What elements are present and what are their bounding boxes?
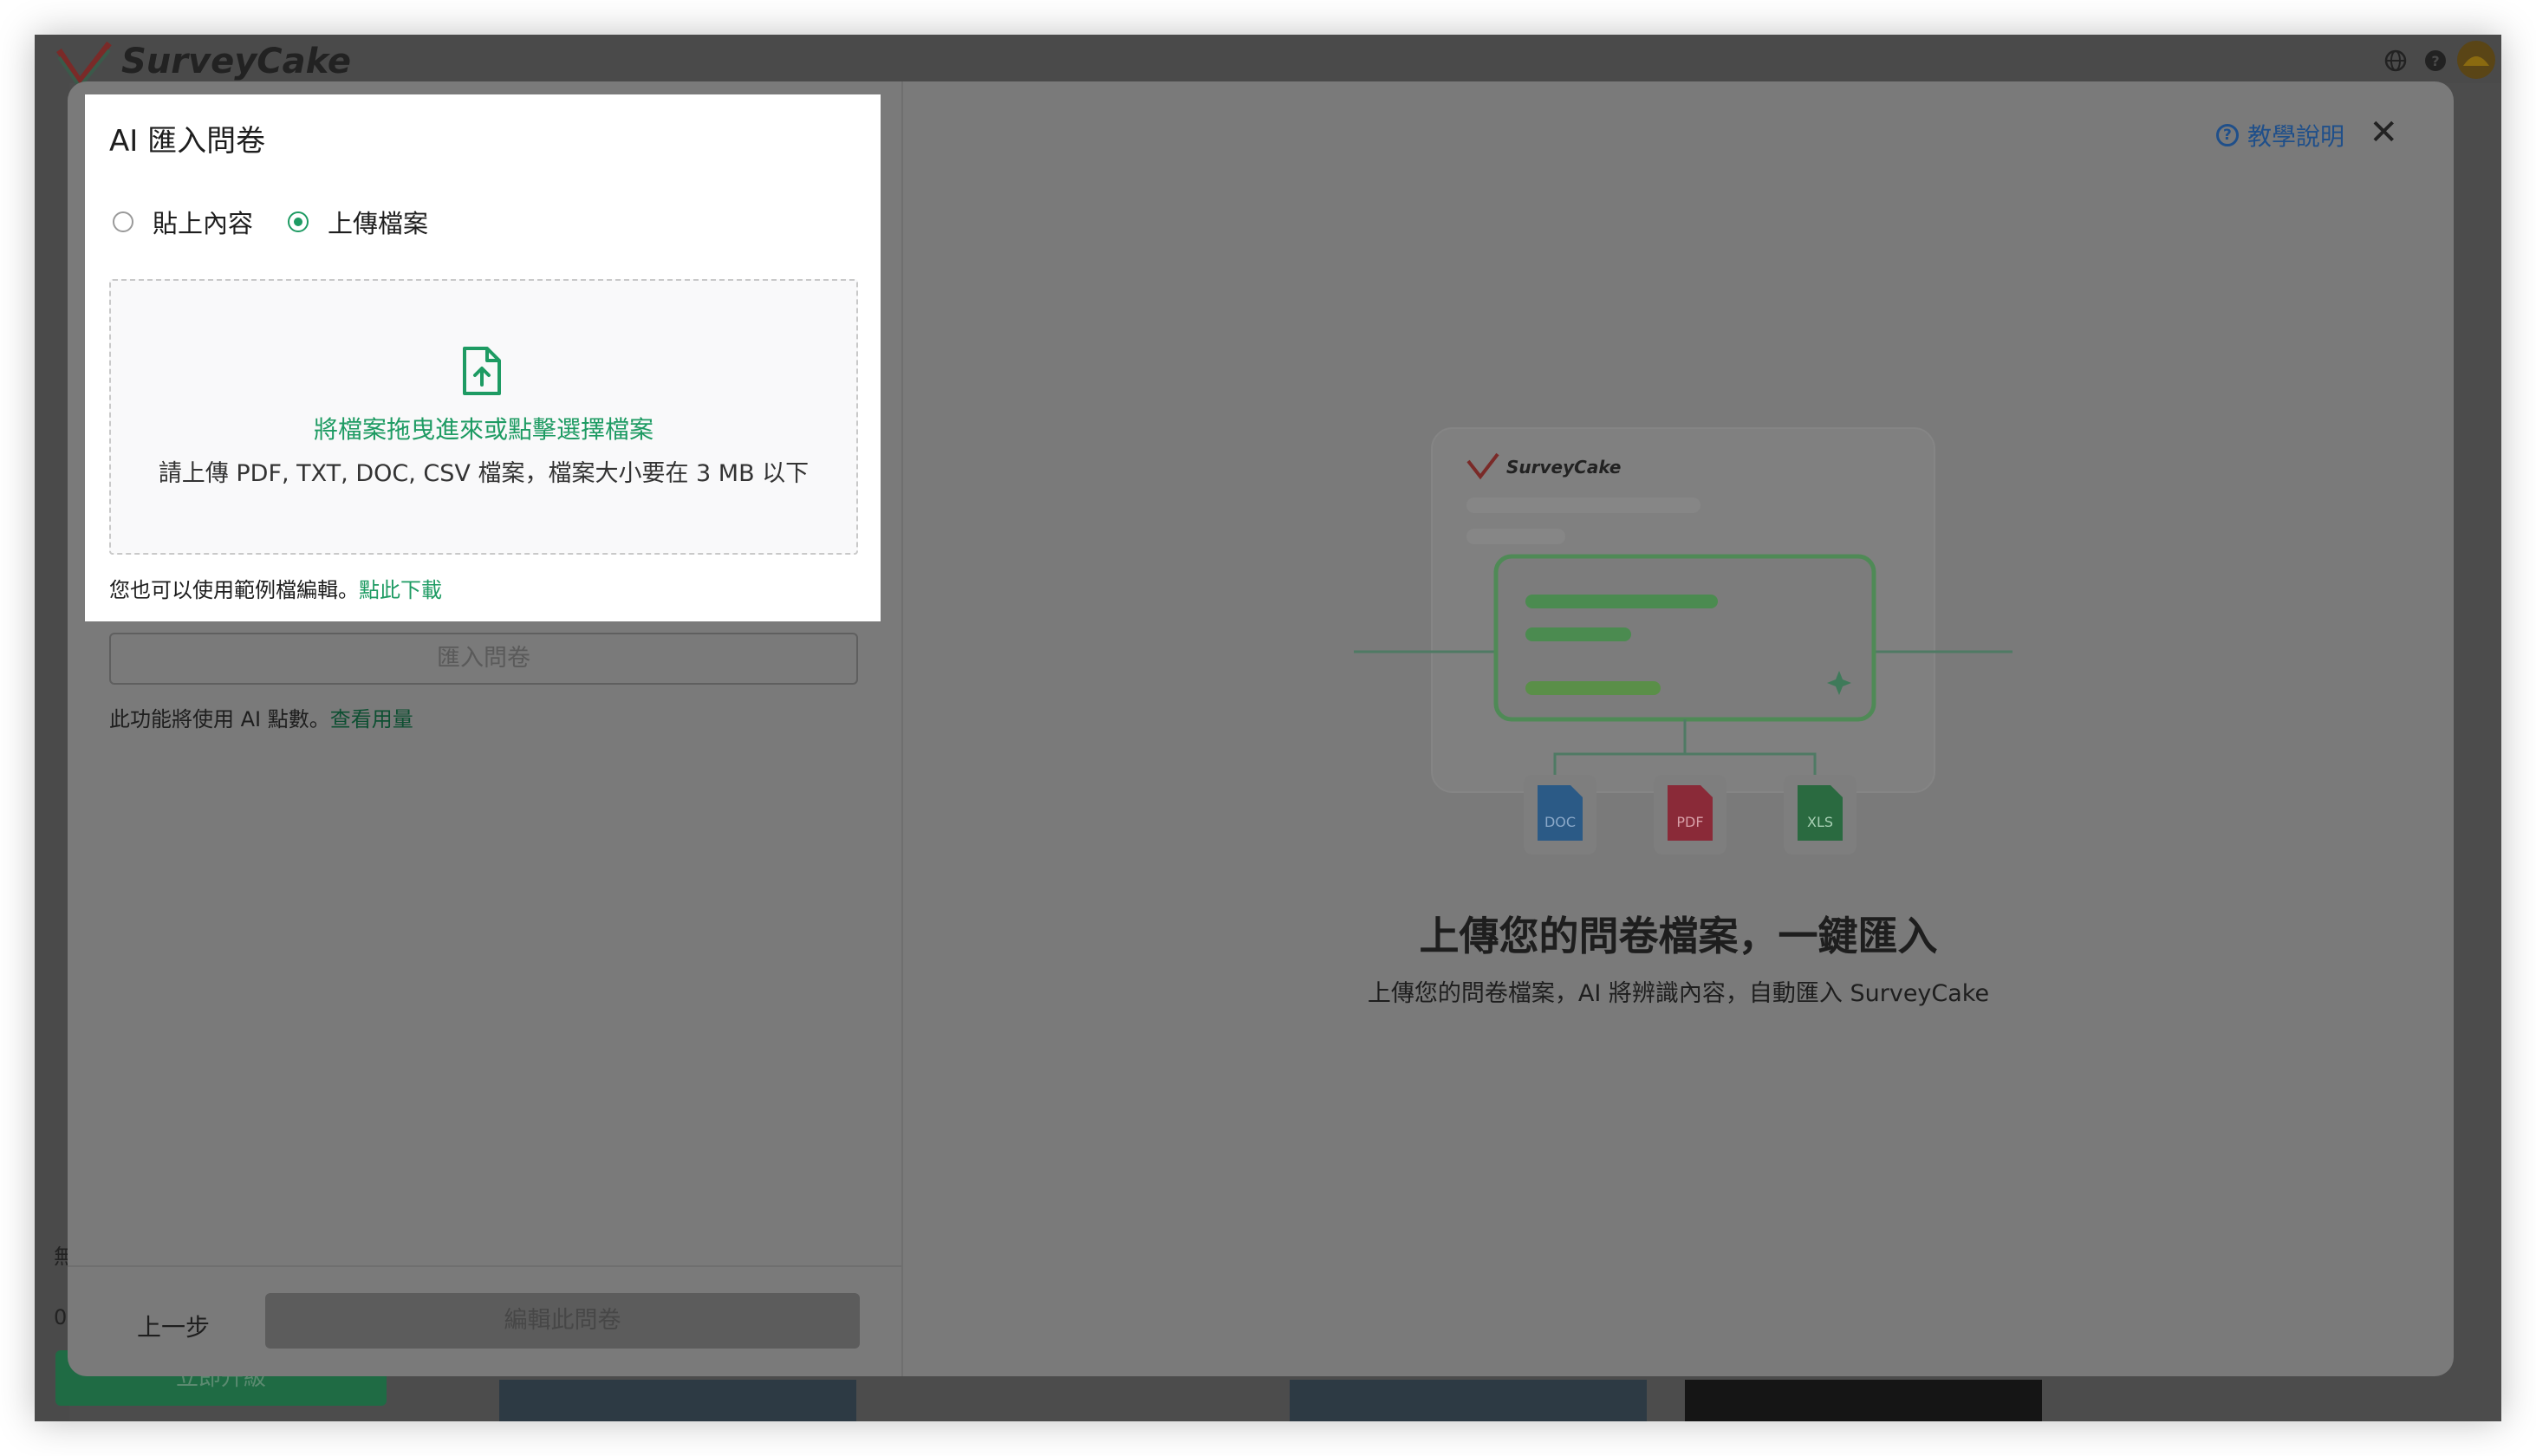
background-sidebar bbox=[35, 83, 69, 1421]
hero-title: 上傳您的問卷檔案，一鍵匯入 bbox=[1419, 913, 1938, 959]
xls-file-icon: XLS bbox=[1784, 775, 1856, 855]
doc-file-icon: DOC bbox=[1524, 775, 1596, 855]
source-radio-group: 貼上內容 上傳檔案 bbox=[113, 204, 463, 240]
radio-upload-file[interactable] bbox=[288, 211, 309, 232]
help-circle-icon[interactable]: ? bbox=[2423, 49, 2448, 73]
file-upload-icon bbox=[463, 347, 501, 395]
globe-icon[interactable] bbox=[2383, 49, 2408, 73]
modal-footer: 上一步 編輯此問卷 bbox=[68, 1265, 901, 1376]
sample-file-note: 您也可以使用範例檔編輯。點此下載 bbox=[109, 578, 442, 602]
tutorial-link[interactable]: ? 教學說明 bbox=[2215, 118, 2344, 153]
pdf-file-icon: PDF bbox=[1654, 775, 1726, 855]
radio-label[interactable]: 上傳檔案 bbox=[328, 204, 428, 240]
close-icon[interactable]: ✕ bbox=[2369, 113, 2398, 153]
file-dropzone[interactable]: 將檔案拖曳進來或點擊選擇檔案 請上傳 PDF, TXT, DOC, CSV 檔案… bbox=[109, 279, 858, 555]
edit-survey-button[interactable]: 編輯此問卷 bbox=[265, 1293, 860, 1349]
background-thumbnail bbox=[1290, 1380, 1647, 1421]
file-type-label: XLS bbox=[1807, 814, 1833, 830]
panel-title: AI 匯入問卷 bbox=[109, 124, 266, 159]
ai-import-panel: AI 匯入問卷 貼上內容 上傳檔案 將檔案拖曳進來或點擊選擇檔案 請上傳 PDF… bbox=[87, 96, 879, 620]
ai-points-note: 此功能將使用 AI 點數。查看用量 bbox=[109, 707, 413, 731]
upload-illustration: SurveyCake DOC PDF XLS bbox=[1354, 427, 2013, 855]
prev-step-button[interactable]: 上一步 bbox=[137, 1309, 210, 1343]
right-pane: ? 教學說明 ✕ SurveyCake DOC PDF XLS 上傳您的問卷檔案… bbox=[903, 81, 2454, 1376]
view-usage-link[interactable]: 查看用量 bbox=[330, 707, 413, 731]
radio-paste-content[interactable] bbox=[113, 211, 133, 232]
question-circle-icon: ? bbox=[2215, 124, 2239, 146]
avatar[interactable] bbox=[2456, 40, 2496, 80]
dropzone-main-text: 將檔案拖曳進來或點擊選擇檔案 bbox=[313, 415, 654, 444]
logo-text: SurveyCake bbox=[121, 42, 351, 81]
background-text: 0 bbox=[54, 1305, 68, 1329]
illustration-brand: SurveyCake bbox=[1506, 457, 1621, 478]
radio-label[interactable]: 貼上內容 bbox=[153, 204, 253, 240]
hero-subtitle: 上傳您的問卷檔案，AI 將辨識內容，自動匯入 SurveyCake bbox=[1367, 980, 1990, 1007]
background-thumbnail bbox=[499, 1380, 856, 1421]
file-type-label: DOC bbox=[1544, 814, 1576, 830]
svg-text:?: ? bbox=[2431, 53, 2439, 69]
import-survey-button[interactable]: 匯入問卷 bbox=[109, 633, 858, 685]
download-sample-link[interactable]: 點此下載 bbox=[359, 578, 442, 602]
top-bar: SurveyCake ? bbox=[35, 35, 2501, 90]
dropzone-hint-text: 請上傳 PDF, TXT, DOC, CSV 檔案，檔案大小要在 3 MB 以下 bbox=[158, 460, 810, 487]
background-thumbnail bbox=[1685, 1380, 2042, 1421]
file-type-label: PDF bbox=[1676, 814, 1703, 830]
